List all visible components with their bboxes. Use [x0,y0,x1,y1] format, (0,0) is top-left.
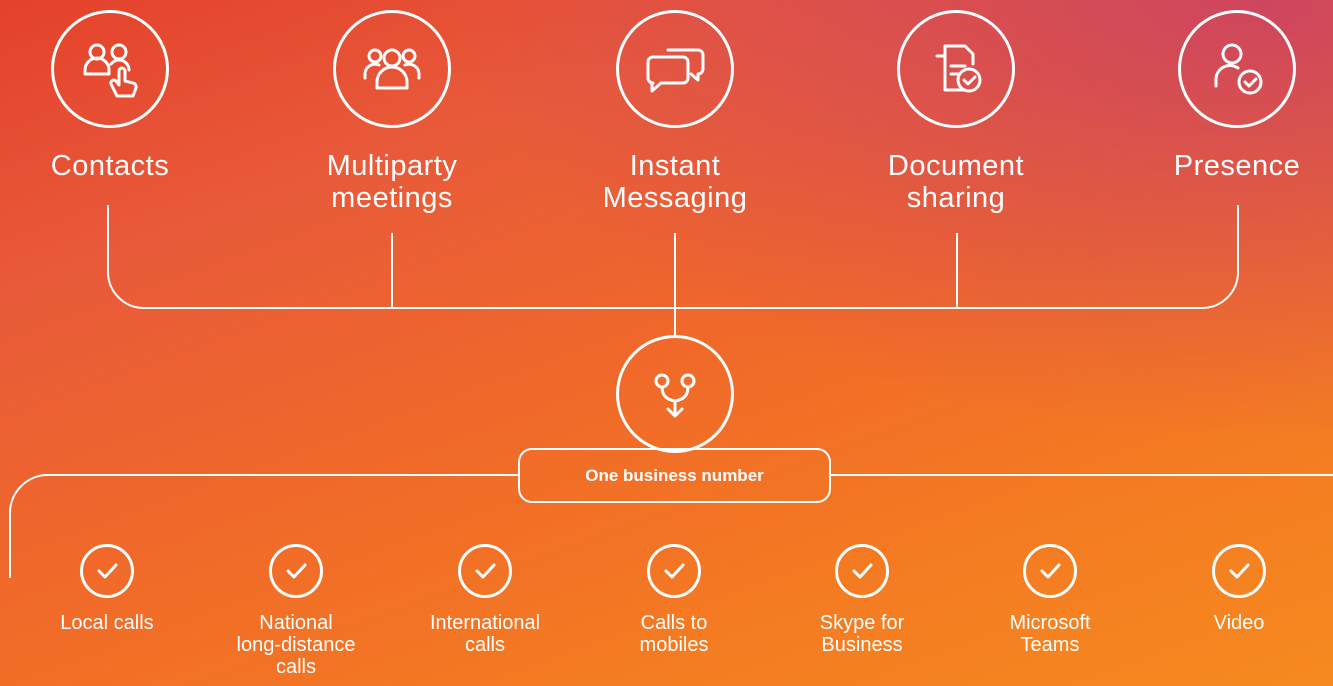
capability-label: International calls [429,612,541,656]
feature-label: Contacts [50,150,170,182]
capability-video: Video [1159,544,1319,634]
document-check-icon [897,10,1015,128]
capability-skype-for-business: Skype for Business [782,544,942,656]
capability-calls-to-mobiles: Calls to mobiles [594,544,754,656]
pill-label: One business number [585,465,764,485]
capability-label: Skype for Business [819,612,905,656]
check-icon [458,544,512,598]
check-icon [835,544,889,598]
feature-label: Document sharing [887,150,1025,214]
check-icon [1023,544,1077,598]
contacts-icon [51,10,169,128]
feature-document-sharing: Document sharing [836,0,1076,214]
one-business-number-pill: One business number [518,448,831,503]
capability-label: Calls to mobiles [639,612,709,656]
feature-label: Multiparty meetings [326,150,458,214]
capability-international-calls: International calls [405,544,565,656]
chat-bubbles-icon [616,10,734,128]
feature-multiparty: Multiparty meetings [272,0,512,214]
feature-label: Presence [1173,150,1301,182]
capability-local-calls: Local calls [27,544,187,634]
capability-national-long-distance: National long-distance calls [216,544,376,678]
top-bracket [107,205,1239,309]
capability-label: Microsoft Teams [1009,612,1091,656]
capability-microsoft-teams: Microsoft Teams [970,544,1130,656]
check-icon [1212,544,1266,598]
capability-label: National long-distance calls [236,612,356,678]
feature-instant-messaging: Instant Messaging [555,0,795,214]
feature-label: Instant Messaging [602,150,748,214]
check-icon [269,544,323,598]
check-icon [80,544,134,598]
group-icon [333,10,451,128]
feature-presence: Presence [1117,0,1333,182]
capability-label: Local calls [60,612,154,634]
feature-contacts: Contacts [0,0,230,182]
merge-arrow-icon [616,335,734,453]
person-check-icon [1178,10,1296,128]
capability-label: Video [1213,612,1265,634]
check-icon [647,544,701,598]
